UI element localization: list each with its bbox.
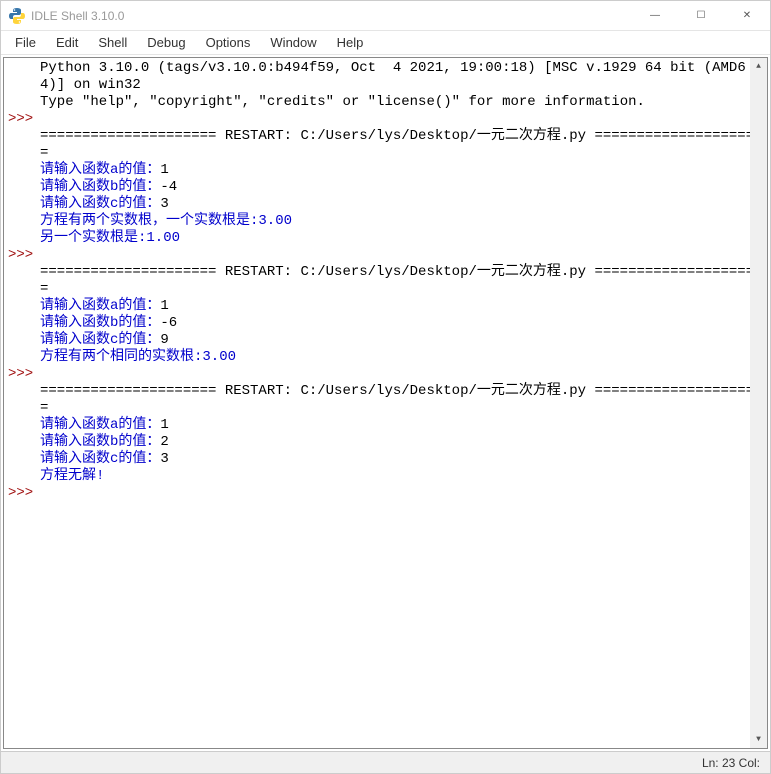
prompt-gutter: >>> >>> >>> >>> <box>4 58 36 748</box>
python-icon <box>9 8 25 24</box>
vertical-scrollbar[interactable]: ▲ ▼ <box>750 58 767 748</box>
maximize-button[interactable]: ☐ <box>678 1 724 30</box>
window-title: IDLE Shell 3.10.0 <box>31 9 632 23</box>
menu-options[interactable]: Options <box>196 33 261 52</box>
menubar: File Edit Shell Debug Options Window Hel… <box>1 31 770 55</box>
close-button[interactable]: ✕ <box>724 1 770 30</box>
shell-content[interactable]: Python 3.10.0 (tags/v3.10.0:b494f59, Oct… <box>36 58 767 748</box>
cursor-position: Ln: 23 Col: <box>702 756 760 770</box>
menu-window[interactable]: Window <box>260 33 326 52</box>
menu-file[interactable]: File <box>5 33 46 52</box>
scroll-down-icon[interactable]: ▼ <box>750 731 767 748</box>
scroll-up-icon[interactable]: ▲ <box>750 58 767 75</box>
titlebar: IDLE Shell 3.10.0 — ☐ ✕ <box>1 1 770 31</box>
window-buttons: — ☐ ✕ <box>632 1 770 30</box>
menu-help[interactable]: Help <box>327 33 374 52</box>
minimize-button[interactable]: — <box>632 1 678 30</box>
scroll-track[interactable] <box>750 75 767 731</box>
menu-shell[interactable]: Shell <box>88 33 137 52</box>
shell-editor[interactable]: >>> >>> >>> >>> Python 3.10.0 (tags/v3.1… <box>3 57 768 749</box>
statusbar: Ln: 23 Col: <box>1 751 770 773</box>
menu-edit[interactable]: Edit <box>46 33 88 52</box>
menu-debug[interactable]: Debug <box>137 33 195 52</box>
